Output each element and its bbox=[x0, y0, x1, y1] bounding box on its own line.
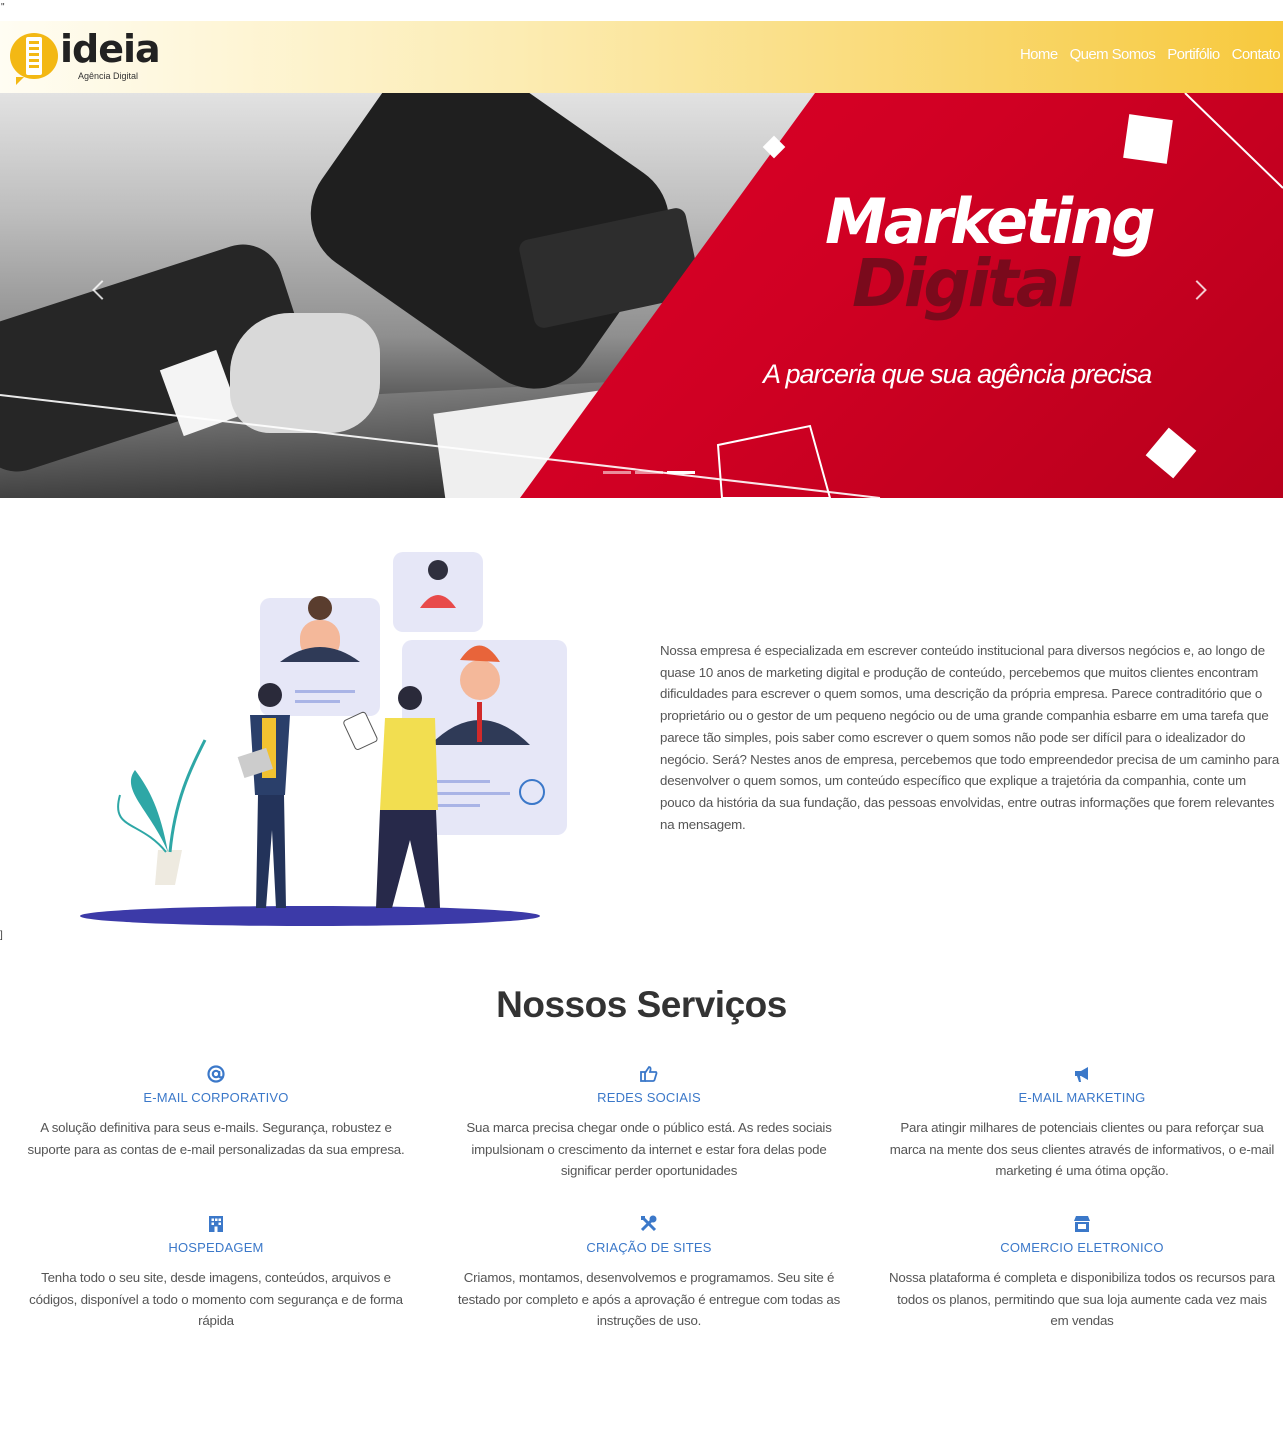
megaphone-icon bbox=[1075, 1067, 1088, 1082]
ideia-logo[interactable]: ideia Agência Digital bbox=[10, 27, 161, 85]
thumbs-up-icon bbox=[640, 1066, 658, 1082]
nav-contato[interactable]: Contato bbox=[1232, 46, 1281, 63]
nav-quem-somos[interactable]: Quem Somos bbox=[1070, 46, 1156, 63]
hero-carousel: Marketing Digital A parceria que sua agê… bbox=[0, 93, 1283, 498]
store-icon bbox=[1074, 1216, 1090, 1232]
service-redes-sociais: REDES SOCIAIS Sua marca precisa chegar o… bbox=[454, 1064, 844, 1182]
service-title: E-MAIL MARKETING bbox=[1018, 1090, 1146, 1105]
services-title: Nossos Serviços bbox=[496, 984, 787, 1025]
carousel-indicator[interactable] bbox=[603, 471, 631, 474]
service-description: Nossa plataforma é completa e disponibil… bbox=[889, 1270, 1275, 1329]
stray-bracket-mark: ] bbox=[0, 930, 3, 941]
main-nav: Home Quem Somos Portifólio Contato bbox=[1020, 46, 1281, 63]
about-paragraph: Nossa empresa é especializada em escreve… bbox=[660, 643, 1280, 832]
service-comercio-eletronico: COMERCIO ELETRONICO Nossa plataforma é c… bbox=[887, 1214, 1277, 1332]
service-title: HOSPEDAGEM bbox=[168, 1240, 264, 1255]
logo-subtitle: Agência Digital bbox=[78, 71, 139, 81]
service-email-marketing: E-MAIL MARKETING Para atingir milhares d… bbox=[887, 1064, 1277, 1182]
carousel-indicator[interactable] bbox=[667, 471, 695, 474]
logo-wordmark: ideia bbox=[60, 27, 161, 71]
service-description: Tenha todo o seu site, desde imagens, co… bbox=[29, 1270, 403, 1329]
site-header: ideia Agência Digital Home Quem Somos Po… bbox=[0, 21, 1283, 93]
stray-quote-mark: " bbox=[1, 2, 5, 13]
hero-decorations bbox=[0, 93, 1283, 498]
hero-tagline: A parceria que sua agência precisa bbox=[763, 359, 1152, 389]
carousel-indicators bbox=[603, 471, 695, 474]
service-title: E-MAIL CORPORATIVO bbox=[143, 1090, 289, 1105]
nav-home[interactable]: Home bbox=[1020, 46, 1058, 63]
service-email-corporativo: E-MAIL CORPORATIVO A solução definitiva … bbox=[21, 1064, 411, 1160]
building-icon bbox=[209, 1216, 223, 1232]
service-hospedagem: HOSPEDAGEM Tenha todo o seu site, desde … bbox=[21, 1214, 411, 1332]
team-illustration bbox=[80, 552, 567, 926]
logo-building-icon bbox=[26, 37, 42, 75]
service-title: COMERCIO ELETRONICO bbox=[1000, 1240, 1164, 1255]
service-title: CRIAÇÃO DE SITES bbox=[586, 1240, 712, 1255]
hero-title-line2: Digital bbox=[852, 245, 1080, 322]
service-description: Criamos, montamos, desenvolvemos e progr… bbox=[457, 1270, 841, 1329]
at-icon bbox=[207, 1065, 225, 1083]
service-criacao-de-sites: CRIAÇÃO DE SITES Criamos, montamos, dese… bbox=[454, 1214, 844, 1332]
tools-icon bbox=[640, 1215, 657, 1232]
service-description: Sua marca precisa chegar onde o público … bbox=[466, 1120, 832, 1179]
carousel-indicator[interactable] bbox=[635, 471, 663, 474]
service-description: Para atingir milhares de potenciais clie… bbox=[889, 1120, 1275, 1179]
service-description: A solução definitiva para seus e-mails. … bbox=[27, 1120, 405, 1157]
nav-portifolio[interactable]: Portifólio bbox=[1167, 46, 1220, 63]
service-title: REDES SOCIAIS bbox=[597, 1090, 701, 1105]
